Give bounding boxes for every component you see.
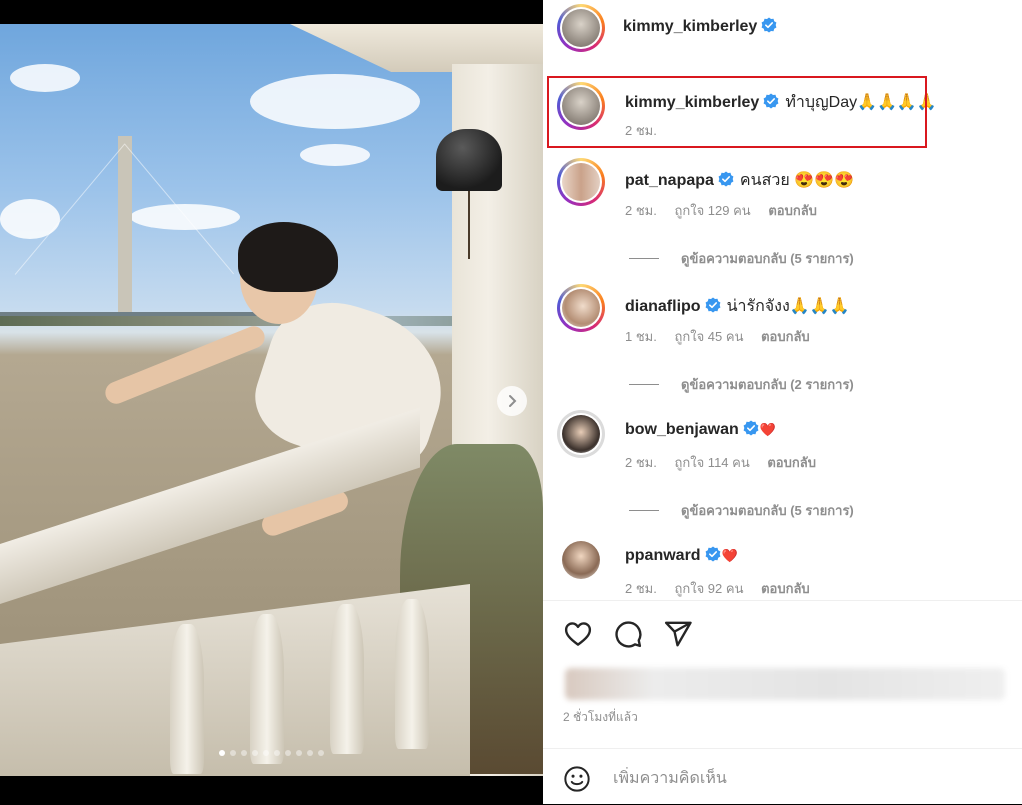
action-bar [543,600,1022,663]
verified-badge-icon [705,546,720,562]
comments-panel: kimmy_kimberley kimmy_kimberley ทำบุญDay🙏… [543,0,1022,804]
comment-time: 1 ชม. [625,329,657,344]
post-timestamp: 2 ชั่วโมงที่แล้ว [563,710,638,724]
verified-badge-icon [763,93,779,109]
add-comment-bar [543,748,1022,805]
carousel-dot [285,750,291,756]
avatar[interactable] [557,82,605,130]
comment-username[interactable]: bow_benjawan [625,421,739,438]
comment-username[interactable]: pat_napapa [625,172,714,189]
comment-time: 2 ชม. [625,581,657,596]
carousel-dot [307,750,313,756]
comment-likes[interactable]: ถูกใจ 45 คน [674,329,743,344]
view-replies-button[interactable]: ดูข้อความตอบกลับ (2 รายการ) [629,374,854,395]
comment-likes[interactable]: ถูกใจ 92 คน [674,581,743,596]
view-replies-label: ดูข้อความตอบกลับ (5 รายการ) [681,503,854,518]
reply-button[interactable]: ตอบกลับ [761,329,810,344]
comment-username[interactable]: kimmy_kimberley [625,94,759,111]
reply-button[interactable]: ตอบกลับ [767,455,816,470]
post-photo [0,24,543,776]
carousel-dot [263,750,269,756]
comment-likes[interactable]: ถูกใจ 129 คน [674,203,750,218]
comment-username[interactable]: dianaflipo [625,298,701,315]
comment-text: ❤️ [721,548,738,563]
comment-text: คนสวย 😍😍😍 [739,172,854,189]
post-header: kimmy_kimberley [543,0,1022,56]
carousel-dot [274,750,280,756]
carousel-dot [318,750,324,756]
carousel-dot [252,750,258,756]
comment-username[interactable]: ppanward [625,547,701,564]
carousel-dot [241,750,247,756]
likes-summary-blurred [565,668,1005,700]
verified-badge-icon [761,17,777,33]
comment-time: 2 ชม. [625,203,657,218]
verified-badge-icon [743,420,759,436]
avatar[interactable] [557,158,605,206]
post-media [0,0,543,804]
author-username[interactable]: kimmy_kimberley [623,18,757,35]
view-replies-button[interactable]: ดูข้อความตอบกลับ (5 รายการ) [629,500,854,521]
bell [436,129,502,191]
chevron-right-icon [509,395,517,407]
carousel-dot [230,750,236,756]
view-replies-button[interactable]: ดูข้อความตอบกลับ (5 รายการ) [629,248,854,269]
comment-likes[interactable]: ถูกใจ 114 คน [674,455,749,470]
carousel-dot [296,750,302,756]
avatar[interactable] [557,536,605,584]
comment-time: 2 ชม. [625,123,657,138]
heart-outline-icon[interactable] [563,619,593,649]
view-replies-label: ดูข้อความตอบกลับ (2 รายการ) [681,377,854,392]
paper-plane-icon[interactable] [663,619,693,649]
comment-clip: ppanward ❤️ 2 ชม. ถูกใจ 92 คน ตอบกลับ [543,536,1022,600]
carousel-dot [219,750,225,756]
comment-text: ทำบุญDay🙏🙏🙏🙏 [785,94,937,111]
smiley-icon[interactable] [563,765,591,793]
reply-button[interactable]: ตอบกลับ [761,581,810,596]
comment-text: น่ารักจังง🙏🙏🙏 [726,298,850,315]
carousel-next-button[interactable] [497,386,527,416]
comment-text: ❤️ [759,422,776,437]
speech-bubble-icon[interactable] [613,619,643,649]
comment-time: 2 ชม. [625,455,657,470]
author-avatar[interactable] [557,4,605,52]
carousel-indicator [0,750,543,756]
avatar[interactable] [557,284,605,332]
verified-badge-icon [718,171,734,187]
comment-input[interactable] [611,767,995,791]
view-replies-label: ดูข้อความตอบกลับ (5 รายการ) [681,251,854,266]
reply-button[interactable]: ตอบกลับ [768,203,817,218]
avatar[interactable] [557,410,605,458]
verified-badge-icon [705,297,720,313]
